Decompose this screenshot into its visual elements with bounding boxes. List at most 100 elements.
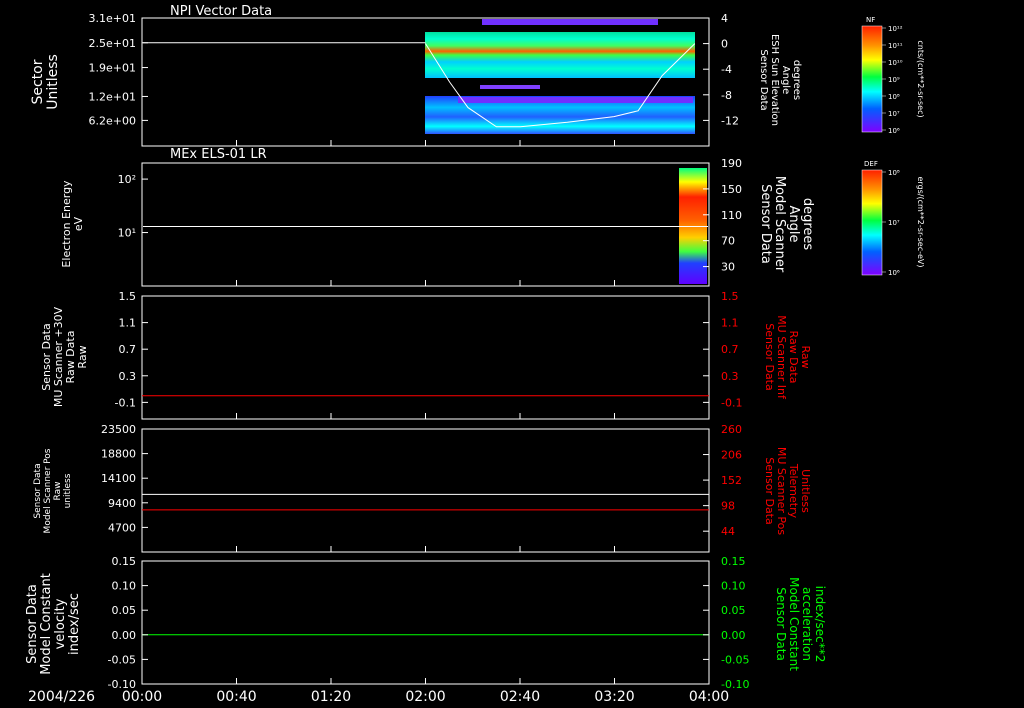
spectrogram-band-mid <box>458 97 693 103</box>
colorbar-unit: ergs/(cm**2-sr-sec-eV) <box>916 176 925 267</box>
right-axis-label-line-2: Model Scanner <box>772 176 787 273</box>
tick-label: 1.5 <box>721 290 739 303</box>
colorbar-tick-label: 10⁹ <box>888 76 900 84</box>
colorbar-tick-label: 10⁷ <box>888 110 900 118</box>
tick-label: 260 <box>721 423 742 436</box>
tick-label: 0.10 <box>112 580 137 593</box>
date-label: 2004/226 <box>28 689 95 705</box>
tick-label: 1.5 <box>119 290 137 303</box>
tick-label: -0.1 <box>115 396 136 409</box>
left-axis-label-line-3: velocity <box>53 598 68 649</box>
tick-label: 4700 <box>108 521 136 534</box>
right-axis-label-line-2: MU Scanner Pos <box>775 447 788 536</box>
colorbar-tag: DEF <box>864 160 878 168</box>
tick-label: 1.1 <box>119 317 137 330</box>
tick-label: 0.10 <box>721 580 746 593</box>
tick-label: 0.05 <box>721 604 746 617</box>
tick-label: 3.1e+01 <box>89 12 136 25</box>
time-tick-label: 02:40 <box>500 689 540 705</box>
colorbar-tick-label: 10⁶ <box>888 127 900 135</box>
left-axis-label-line-4: index/sec <box>67 593 82 655</box>
tick-label: 0.15 <box>112 555 137 568</box>
spectrogram-band-mid2 <box>480 85 540 89</box>
right-axis-label-line-1: Sensor Data <box>774 587 788 661</box>
right-axis-label-line-1: Sensor Data <box>763 323 776 390</box>
colorbar-gradient <box>861 169 883 276</box>
tick-label: 18800 <box>101 448 136 461</box>
tick-label: 150 <box>721 183 742 196</box>
left-axis-label-line-2: Model Scanner Pos <box>43 448 53 533</box>
time-tick-label: 00:00 <box>122 689 162 705</box>
time-tick-label: 03:20 <box>594 689 634 705</box>
left-axis-label-line-1: Sensor Data <box>25 584 40 664</box>
tick-label: 30 <box>721 261 735 274</box>
tick-label: 0.00 <box>112 629 137 642</box>
time-tick-label: 02:00 <box>405 689 445 705</box>
spectrogram-band-top <box>482 19 658 25</box>
left-axis-label-line-3: Raw <box>53 482 63 501</box>
tick-label: 98 <box>721 500 735 513</box>
panel-scanner-pos: 23500 18800 14100 9400 4700 260 206 152 98 44 Se… <box>33 423 812 553</box>
tick-label: 14100 <box>101 472 136 485</box>
tick-label: 0.00 <box>721 629 746 642</box>
colorbar-tick-label: 10⁸ <box>888 169 900 177</box>
tick-label: -8 <box>721 89 732 102</box>
tick-label: 4 <box>721 12 728 25</box>
right-axis-label-line-3: Angle <box>780 66 791 94</box>
colorbar-tick-label: 10⁷ <box>888 219 900 227</box>
time-tick-label: 00:40 <box>216 689 256 705</box>
panel-model-constant: 0.150.100.050.00-0.05-0.10 0.150.100.050… <box>25 555 827 691</box>
plot-frame <box>141 560 710 685</box>
right-axis: 4 0 -4 -8 -12 <box>703 12 739 127</box>
tick-label: 110 <box>721 209 742 222</box>
left-axis: 10² 10¹ <box>118 173 148 240</box>
tick-label: 0.05 <box>112 604 137 617</box>
tick-label: 9400 <box>108 497 136 510</box>
right-axis-label-line-2: MU Scanner Inf <box>775 315 788 400</box>
tick-label: 23500 <box>101 423 136 436</box>
left-axis-label-line-2: Model Constant <box>39 573 54 675</box>
tick-label: 10¹ <box>118 227 136 240</box>
time-tick-label: 04:00 <box>689 689 729 705</box>
right-axis-label-line-3: Angle <box>786 206 801 243</box>
colorbar-ticks: 10¹² 10¹¹ 10¹⁰ 10⁹ 10⁸ 10⁷ 10⁶ <box>882 25 903 135</box>
time-axis: 00:00 00:40 01:20 02:00 02:40 03:20 04:00 <box>122 140 729 705</box>
left-axis: 1.5 1.1 0.7 0.3 -0.1 <box>115 290 148 409</box>
right-axis-label-line-1: Sensor Data <box>758 184 773 264</box>
colorbar-bottom: DEF 10⁸ 10⁷ 10⁶ ergs/(cm**2-sr-sec-eV) <box>861 160 925 277</box>
panel-mu-scanner-30v: 1.5 1.1 0.7 0.3 -0.1 1.5 1.1 0.7 0.3 -0.1 Sensor… <box>40 290 812 420</box>
tick-label: 0.7 <box>721 343 739 356</box>
tick-label: 10² <box>118 173 136 186</box>
tick-label: -12 <box>721 114 739 127</box>
tick-label: 1.2e+01 <box>89 90 136 103</box>
colorbar-tick-label: 10¹¹ <box>888 42 903 50</box>
plot-frame <box>141 162 710 287</box>
tick-label: -0.1 <box>721 396 742 409</box>
colorbar-ticks: 10⁸ 10⁷ 10⁶ <box>882 169 900 277</box>
left-axis: 23500 18800 14100 9400 4700 <box>101 423 148 534</box>
colorbar-unit: cnts/(cm**2-sr-sec) <box>916 40 925 117</box>
colorbar-tick-label: 10¹⁰ <box>888 59 903 67</box>
left-axis-label-line-1: Sector <box>30 59 46 104</box>
tick-label: 2.5e+01 <box>89 37 136 50</box>
right-axis-label-line-2: ESH Sun Elevation <box>769 34 780 126</box>
left-axis-label-line-4: Raw <box>76 345 89 368</box>
colorbar-tick-label: 10⁶ <box>888 269 900 277</box>
right-axis-label-line-3: acceleration <box>800 587 814 661</box>
colorbar-tag: NF <box>866 16 875 24</box>
tick-label: 44 <box>721 525 735 538</box>
right-axis-label-line-4: index/sec**2 <box>813 586 827 663</box>
tick-label: 190 <box>721 157 742 170</box>
plot-frame <box>141 295 710 420</box>
left-axis-label-line-2: Unitless <box>45 54 61 110</box>
tick-label: 0.15 <box>721 555 746 568</box>
right-axis-label-line-4: Raw <box>799 345 812 368</box>
plot-frame <box>141 428 710 553</box>
colorbar-tick-label: 10¹² <box>888 25 903 33</box>
tick-label: -4 <box>721 63 732 76</box>
panel-title: NPI Vector Data <box>170 4 272 19</box>
time-tick-label: 01:20 <box>311 689 351 705</box>
right-axis-label-line-1: Sensor Data <box>763 457 776 524</box>
right-axis-label-line-4: degrees <box>791 60 802 100</box>
tick-label: 6.2e+00 <box>89 114 136 127</box>
